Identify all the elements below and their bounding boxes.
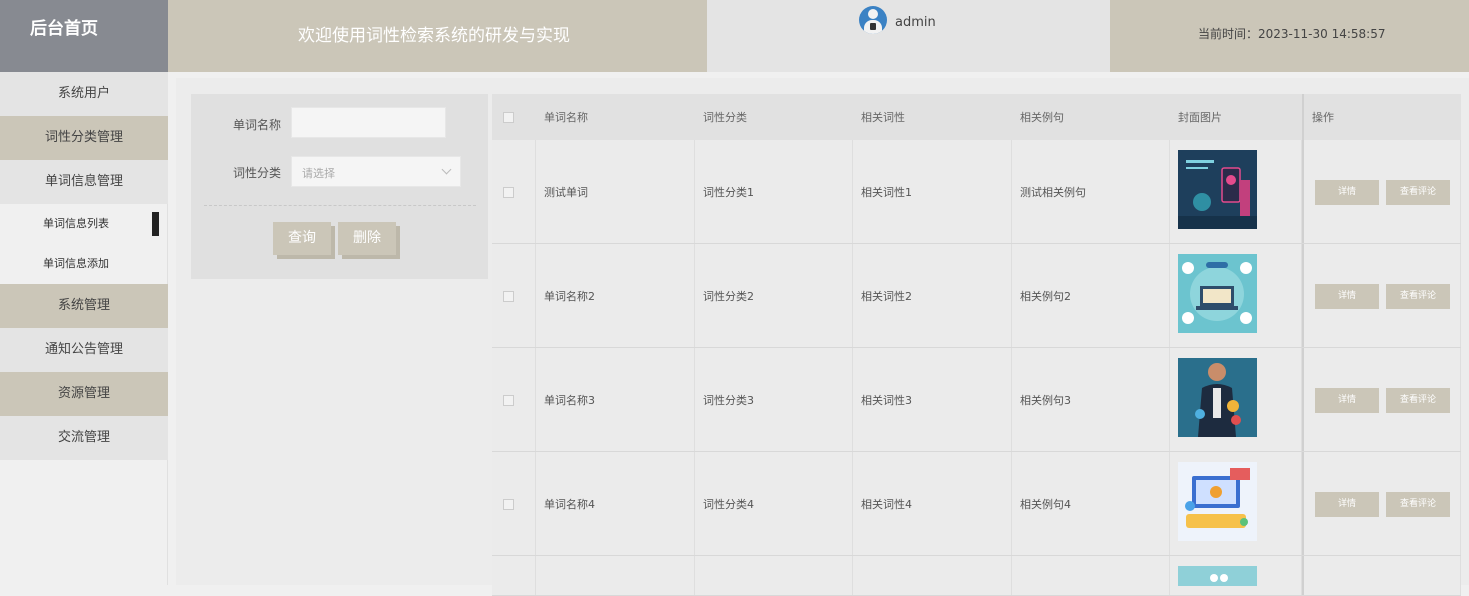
table-row: 单词名称4 词性分类4 相关词性4 相关例句4 详情 查看评论	[492, 452, 1461, 556]
divider	[204, 205, 476, 206]
detail-button[interactable]: 详情	[1315, 284, 1379, 309]
col-header-cover: 封面图片	[1178, 111, 1222, 124]
cell-example: 相关例句4	[1020, 497, 1071, 511]
current-time: 当前时间：2023-11-30 14:58:57	[1110, 0, 1469, 72]
detail-button[interactable]: 详情	[1315, 492, 1379, 517]
table-row: 测试单词 词性分类1 相关词性1 测试相关例句 详情 查看评论	[492, 140, 1461, 244]
sidebar-subitem-word-add[interactable]: 单词信息添加	[0, 244, 167, 284]
sidebar-item-resource[interactable]: 资源管理	[0, 372, 168, 416]
cell-word: 测试单词	[544, 185, 588, 199]
cell-pos: 相关词性4	[861, 497, 912, 511]
table-row: 单词名称2 词性分类2 相关词性2 相关例句2 详情 查看评论	[492, 244, 1461, 348]
sidebar-subitem-label: 单词信息添加	[43, 257, 109, 270]
cover-image[interactable]	[1178, 358, 1257, 437]
cell-category: 词性分类1	[703, 185, 754, 199]
detail-button[interactable]: 详情	[1315, 388, 1379, 413]
col-header-word: 单词名称	[544, 111, 588, 124]
row-checkbox[interactable]	[503, 498, 514, 510]
table-header: 单词名称 词性分类 相关词性 相关例句 封面图片 操作	[492, 94, 1461, 140]
view-comments-button[interactable]: 查看评论	[1386, 492, 1450, 517]
main-content: 单词名称 词性分类 请选择 查询 删除 单词名称 词性分类 相关词性 相关例句 …	[176, 78, 1469, 596]
cell-word: 单词名称2	[544, 289, 595, 303]
system-title: 欢迎使用词性检索系统的研发与实现	[168, 0, 707, 72]
cell-pos: 相关词性1	[861, 185, 912, 199]
sidebar-item-communication[interactable]: 交流管理	[0, 416, 168, 460]
query-button[interactable]: 查询	[273, 222, 331, 255]
chevron-down-icon	[441, 164, 452, 175]
avatar-icon[interactable]	[859, 6, 887, 34]
col-header-actions: 操作	[1312, 111, 1334, 124]
select-all-checkbox[interactable]	[503, 112, 514, 123]
sidebar-item-notice[interactable]: 通知公告管理	[0, 328, 168, 372]
username[interactable]: admin	[895, 15, 936, 30]
cell-example: 相关例句3	[1020, 393, 1071, 407]
view-comments-button[interactable]: 查看评论	[1386, 388, 1450, 413]
active-marker	[152, 212, 159, 236]
search-panel: 单词名称 词性分类 请选择 查询 删除	[191, 94, 488, 279]
col-header-category: 词性分类	[703, 111, 747, 124]
delete-button[interactable]: 删除	[338, 222, 396, 255]
view-comments-button[interactable]: 查看评论	[1386, 284, 1450, 309]
col-header-example: 相关例句	[1020, 111, 1064, 124]
cell-word: 单词名称4	[544, 497, 595, 511]
category-placeholder: 请选择	[302, 167, 335, 180]
row-checkbox[interactable]	[503, 394, 514, 406]
cell-category: 词性分类4	[703, 497, 754, 511]
category-select[interactable]: 请选择	[291, 156, 461, 187]
cell-pos: 相关词性3	[861, 393, 912, 407]
row-checkbox[interactable]	[503, 186, 514, 198]
word-table: 单词名称 词性分类 相关词性 相关例句 封面图片 操作 测试单词 词性分类1 相…	[492, 94, 1461, 596]
sidebar: 系统用户 词性分类管理 单词信息管理 单词信息列表 单词信息添加 系统管理 通知…	[0, 72, 168, 585]
time-value: 2023-11-30 14:58:57	[1258, 27, 1386, 41]
cell-word: 单词名称3	[544, 393, 595, 407]
table-row: 单词名称3 词性分类3 相关词性3 相关例句3 详情 查看评论	[492, 348, 1461, 452]
cell-category: 词性分类2	[703, 289, 754, 303]
home-link[interactable]: 后台首页	[0, 0, 168, 72]
sidebar-item-word-info[interactable]: 单词信息管理	[0, 160, 168, 204]
detail-button[interactable]: 详情	[1315, 180, 1379, 205]
cover-image[interactable]	[1178, 566, 1257, 586]
cell-example: 测试相关例句	[1020, 185, 1086, 199]
time-label: 当前时间：	[1198, 27, 1259, 41]
sidebar-subitem-label: 单词信息列表	[43, 217, 109, 230]
user-info: admin	[707, 0, 1110, 72]
cell-category: 词性分类3	[703, 393, 754, 407]
word-name-input[interactable]	[291, 107, 446, 138]
cell-pos: 相关词性2	[861, 289, 912, 303]
sidebar-item-system-users[interactable]: 系统用户	[0, 72, 168, 116]
sidebar-item-system-manage[interactable]: 系统管理	[0, 284, 168, 328]
table-row	[492, 556, 1461, 596]
view-comments-button[interactable]: 查看评论	[1386, 180, 1450, 205]
word-name-label: 单词名称	[233, 118, 282, 132]
sidebar-item-pos-category[interactable]: 词性分类管理	[0, 116, 168, 160]
sidebar-subitem-word-list[interactable]: 单词信息列表	[0, 204, 167, 244]
cell-example: 相关例句2	[1020, 289, 1071, 303]
cover-image[interactable]	[1178, 254, 1257, 333]
category-label: 词性分类	[233, 166, 282, 180]
col-header-pos: 相关词性	[861, 111, 905, 124]
cover-image[interactable]	[1178, 462, 1257, 541]
top-header: 后台首页 欢迎使用词性检索系统的研发与实现 admin 当前时间：2023-11…	[0, 0, 1469, 72]
row-checkbox[interactable]	[503, 290, 514, 302]
cover-image[interactable]	[1178, 150, 1257, 229]
